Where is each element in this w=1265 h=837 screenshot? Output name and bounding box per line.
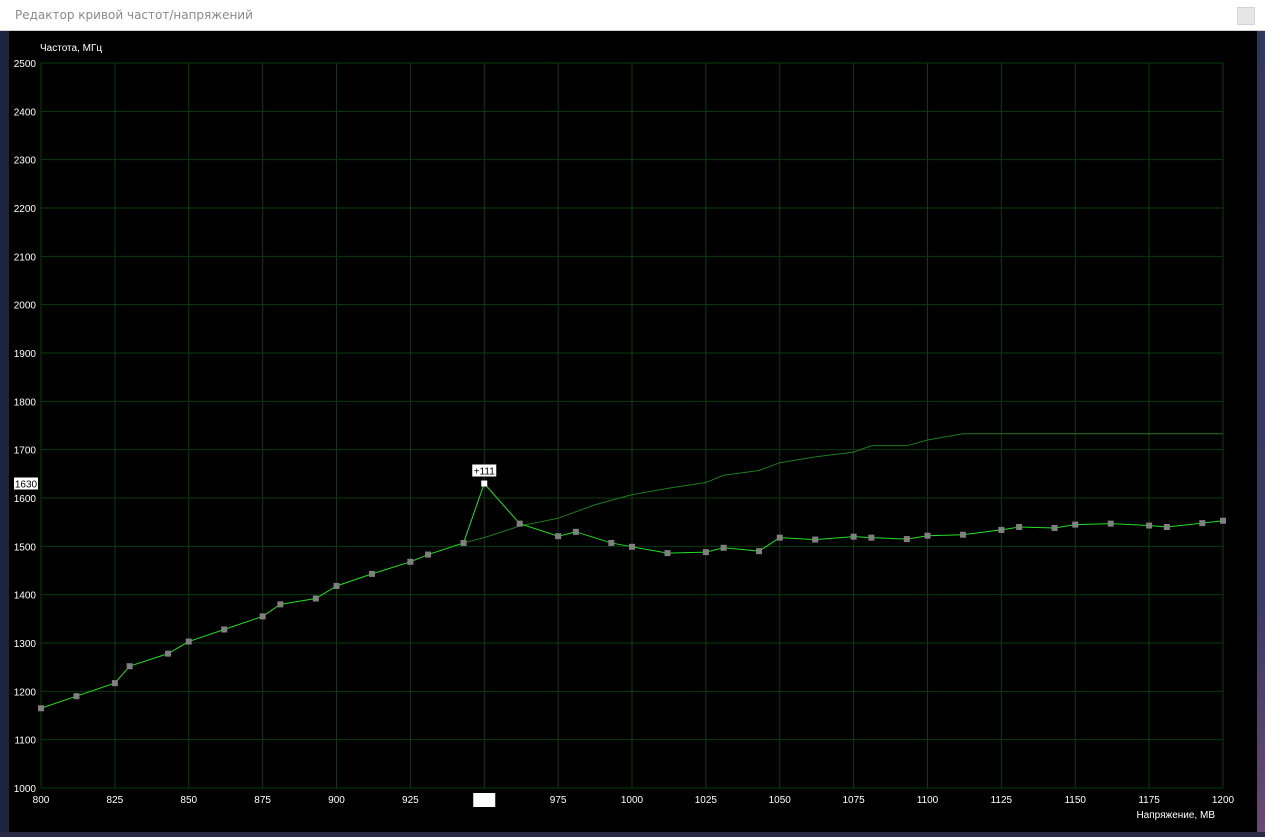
curve-point[interactable] bbox=[221, 626, 228, 633]
curve-point[interactable] bbox=[1051, 524, 1058, 531]
selected-curve-point[interactable] bbox=[481, 480, 488, 487]
curve-point[interactable] bbox=[277, 601, 284, 608]
frequency-voltage-chart[interactable]: 2500 2400 2300 2200 2100 2000 1900 1800 1700 1600… bbox=[9, 31, 1257, 825]
selected-point-annotations: +111 1630 bbox=[14, 464, 497, 491]
x-tick-label: 800 bbox=[33, 795, 50, 806]
curve-point[interactable] bbox=[165, 650, 172, 657]
curve-point[interactable] bbox=[407, 558, 414, 565]
x-tick-label: 1025 bbox=[695, 795, 718, 806]
curve-point[interactable] bbox=[998, 526, 1005, 533]
curve-point[interactable] bbox=[720, 544, 727, 551]
curve-point[interactable] bbox=[425, 551, 432, 558]
curve-point[interactable] bbox=[368, 570, 375, 577]
y-axis-ticks: 2500 2400 2300 2200 2100 2000 1900 1800 1700 1600… bbox=[14, 59, 37, 795]
x-tick-label: 1100 bbox=[917, 795, 939, 806]
curve-point[interactable] bbox=[1072, 521, 1079, 528]
offset-label: +111 bbox=[474, 467, 495, 478]
x-axis-ticks: 800 825 850 875 900 925 950 975 1000 1025 1050 1075… bbox=[33, 793, 1235, 807]
title-bar[interactable]: Редактор кривой частот/напряжений bbox=[0, 0, 1265, 31]
curve-point[interactable] bbox=[756, 548, 763, 555]
y-tick-label: 1200 bbox=[14, 687, 37, 698]
x-tick-label: 950 bbox=[476, 795, 493, 806]
x-tick-label: 825 bbox=[107, 795, 124, 806]
curve-point[interactable] bbox=[111, 680, 118, 687]
x-tick-label: 975 bbox=[550, 795, 567, 806]
y-tick-label: 2000 bbox=[14, 301, 37, 312]
right-window-edge bbox=[1257, 31, 1265, 837]
curve-point[interactable] bbox=[38, 705, 44, 712]
curve-point[interactable] bbox=[924, 532, 931, 539]
curve-point[interactable] bbox=[903, 536, 910, 543]
curve-point[interactable] bbox=[629, 543, 635, 550]
curve-point[interactable] bbox=[460, 539, 467, 546]
y-tick-label: 1400 bbox=[14, 591, 37, 602]
x-tick-label: 1125 bbox=[991, 795, 1013, 806]
curve-editor-window: Редактор кривой частот/напряжений 2500 24… bbox=[0, 0, 1265, 837]
y-tick-label: 2400 bbox=[14, 107, 37, 118]
close-button[interactable] bbox=[1237, 7, 1255, 25]
y-tick-label: 1100 bbox=[14, 736, 36, 747]
curve-point[interactable] bbox=[776, 534, 783, 541]
curve-point[interactable] bbox=[126, 663, 133, 670]
x-tick-label: 925 bbox=[402, 795, 419, 806]
curve-point[interactable] bbox=[516, 520, 523, 527]
curve-point[interactable] bbox=[333, 582, 340, 589]
x-tick-label: 1075 bbox=[843, 795, 866, 806]
x-tick-label: 875 bbox=[254, 795, 271, 806]
x-tick-label: 1000 bbox=[621, 795, 644, 806]
y-tick-label: 1700 bbox=[14, 446, 37, 457]
y-tick-label: 1300 bbox=[14, 639, 37, 650]
curve-point[interactable] bbox=[1163, 524, 1170, 530]
curve-point[interactable] bbox=[608, 539, 615, 546]
curve-point[interactable] bbox=[812, 536, 819, 543]
x-tick-label: 850 bbox=[180, 795, 197, 806]
curve-point[interactable] bbox=[868, 534, 875, 541]
curve-point[interactable] bbox=[664, 550, 671, 557]
y-tick-label: 2300 bbox=[14, 156, 37, 167]
left-window-edge bbox=[0, 31, 9, 837]
curve-point[interactable] bbox=[1220, 517, 1226, 524]
window-title: Редактор кривой частот/напряжений bbox=[15, 8, 253, 22]
x-axis-label: Напряжение, МВ bbox=[1136, 810, 1215, 821]
curve-point[interactable] bbox=[572, 528, 579, 535]
curve-point[interactable] bbox=[73, 693, 80, 700]
curve-point[interactable] bbox=[959, 531, 966, 538]
y-tick-label: 2200 bbox=[14, 204, 37, 215]
y-tick-label: 1500 bbox=[14, 542, 37, 553]
x-tick-label: 1150 bbox=[1064, 795, 1086, 806]
y-tick-label: 1000 bbox=[14, 784, 37, 795]
curve-point[interactable] bbox=[702, 549, 709, 556]
y-tick-label: 1600 bbox=[14, 494, 37, 505]
y-tick-label: 2500 bbox=[14, 59, 37, 70]
x-tick-label: 900 bbox=[328, 795, 345, 806]
curve-point[interactable] bbox=[850, 533, 857, 540]
bottom-window-edge bbox=[0, 832, 1265, 837]
curve-point[interactable] bbox=[259, 613, 266, 620]
curve-point[interactable] bbox=[185, 638, 192, 645]
grid bbox=[40, 62, 1224, 789]
curve-point[interactable] bbox=[1107, 520, 1114, 527]
x-tick-label: 1175 bbox=[1138, 795, 1160, 806]
x-tick-label: 1050 bbox=[769, 795, 792, 806]
curve-point[interactable] bbox=[555, 533, 562, 540]
curve-point[interactable] bbox=[1016, 524, 1023, 530]
y-tick-label: 1900 bbox=[14, 349, 37, 360]
y-tick-label: 1800 bbox=[14, 397, 37, 408]
x-tick-label: 1200 bbox=[1212, 795, 1235, 806]
curve-point[interactable] bbox=[1199, 520, 1206, 527]
y-axis-label: Частота, МГц bbox=[40, 43, 102, 54]
value-label: 1630 bbox=[15, 480, 38, 491]
curve-point[interactable] bbox=[1146, 522, 1153, 529]
y-tick-label: 2100 bbox=[14, 252, 37, 263]
curve-point[interactable] bbox=[312, 595, 319, 602]
